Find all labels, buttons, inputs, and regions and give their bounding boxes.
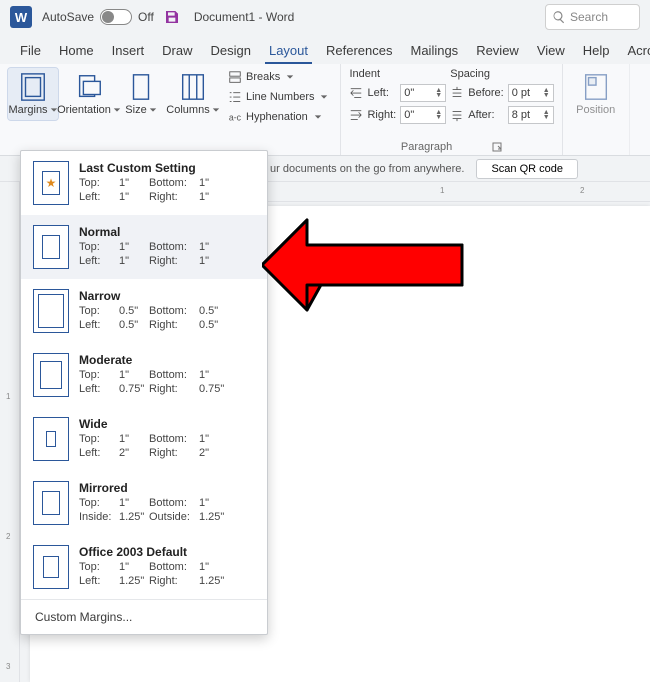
svg-text:a-c: a-c (229, 113, 242, 123)
hyphenation-icon: a-c (228, 110, 242, 124)
tab-draw[interactable]: Draw (162, 39, 192, 64)
dialog-launcher-icon[interactable] (492, 142, 502, 152)
orientation-button[interactable]: Orientation (64, 68, 114, 120)
space-before-input[interactable]: 0 pt▲▼ (508, 84, 554, 102)
tab-help[interactable]: Help (583, 39, 610, 64)
autosave-label: AutoSave (42, 10, 94, 24)
margin-option-moderate[interactable]: ModerateTop:1"Bottom:1"Left:0.75"Right:0… (21, 343, 267, 407)
ribbon-tabs: File Home Insert Draw Design Layout Refe… (0, 34, 650, 64)
tab-acrobat[interactable]: Acro (628, 39, 650, 64)
tab-view[interactable]: View (537, 39, 565, 64)
line-numbers-icon (228, 90, 242, 104)
columns-icon (178, 72, 208, 102)
search-placeholder: Search (570, 10, 608, 24)
margins-button[interactable]: Margins (8, 68, 58, 120)
document-title: Document1 - Word (194, 10, 294, 24)
margin-option-normal[interactable]: NormalTop:1"Bottom:1"Left:1"Right:1" (21, 215, 267, 279)
margin-thumb-icon (33, 481, 69, 525)
margin-thumb-icon (33, 417, 69, 461)
info-message: ur documents on the go from anywhere. (270, 163, 464, 175)
vertical-ruler[interactable]: 1 2 3 (0, 182, 20, 682)
toggle-icon[interactable] (100, 9, 132, 25)
tab-insert[interactable]: Insert (112, 39, 145, 64)
save-icon[interactable] (164, 9, 180, 25)
indent-right-icon (349, 108, 363, 122)
margin-option-narrow[interactable]: NarrowTop:0.5"Bottom:0.5"Left:0.5"Right:… (21, 279, 267, 343)
word-logo-icon: W (10, 6, 32, 28)
tab-references[interactable]: References (326, 39, 392, 64)
tab-design[interactable]: Design (211, 39, 251, 64)
indent-left-input[interactable]: 0"▲▼ (400, 84, 446, 102)
margin-option-mirrored[interactable]: MirroredTop:1"Bottom:1"Inside:1.25"Outsi… (21, 471, 267, 535)
margins-icon (18, 72, 48, 102)
scan-qr-button[interactable]: Scan QR code (476, 159, 578, 179)
indent-right-input[interactable]: 0"▲▼ (400, 106, 446, 124)
ribbon: Margins Orientation Size Columns Breaks … (0, 64, 650, 156)
tab-file[interactable]: File (20, 39, 41, 64)
paragraph-group-label: Paragraph (401, 141, 452, 153)
margin-thumb-icon (33, 289, 69, 333)
position-icon (581, 72, 611, 102)
group-page-setup: Margins Orientation Size Columns Breaks … (0, 64, 341, 155)
group-paragraph: Indent Spacing Left: 0"▲▼ Before: 0 pt▲▼… (341, 64, 562, 155)
line-numbers-button[interactable]: Line Numbers (224, 88, 332, 106)
tab-home[interactable]: Home (59, 39, 94, 64)
indent-left-icon (349, 86, 363, 100)
position-button: Position (571, 68, 621, 120)
breaks-icon (228, 70, 242, 84)
margin-option-wide[interactable]: WideTop:1"Bottom:1"Left:2"Right:2" (21, 407, 267, 471)
margin-option-last-custom-setting[interactable]: ★Last Custom SettingTop:1"Bottom:1"Left:… (21, 151, 267, 215)
hyphenation-button[interactable]: a-cHyphenation (224, 108, 332, 126)
title-bar: W AutoSave Off Document1 - Word Search (0, 0, 650, 34)
autosave-toggle[interactable]: AutoSave Off (42, 9, 154, 25)
custom-margins-button[interactable]: Custom Margins... (21, 599, 267, 634)
size-button[interactable]: Size (120, 68, 162, 120)
autosave-state: Off (138, 10, 154, 24)
size-icon (126, 72, 156, 102)
margin-option-office-2003-default[interactable]: Office 2003 DefaultTop:1"Bottom:1"Left:1… (21, 535, 267, 599)
space-after-icon (450, 108, 464, 122)
columns-button[interactable]: Columns (168, 68, 218, 120)
tab-layout[interactable]: Layout (269, 39, 308, 64)
orientation-icon (74, 72, 104, 102)
margin-thumb-icon (33, 225, 69, 269)
search-input[interactable]: Search (545, 4, 640, 30)
space-before-icon (450, 86, 464, 100)
margins-dropdown: ★Last Custom SettingTop:1"Bottom:1"Left:… (20, 150, 268, 635)
margin-thumb-icon: ★ (33, 161, 69, 205)
breaks-button[interactable]: Breaks (224, 68, 332, 86)
space-after-input[interactable]: 8 pt▲▼ (508, 106, 554, 124)
group-arrange: Position (563, 64, 630, 155)
margin-thumb-icon (33, 353, 69, 397)
search-icon (552, 10, 566, 24)
margin-thumb-icon (33, 545, 69, 589)
tab-review[interactable]: Review (476, 39, 519, 64)
tab-mailings[interactable]: Mailings (411, 39, 459, 64)
